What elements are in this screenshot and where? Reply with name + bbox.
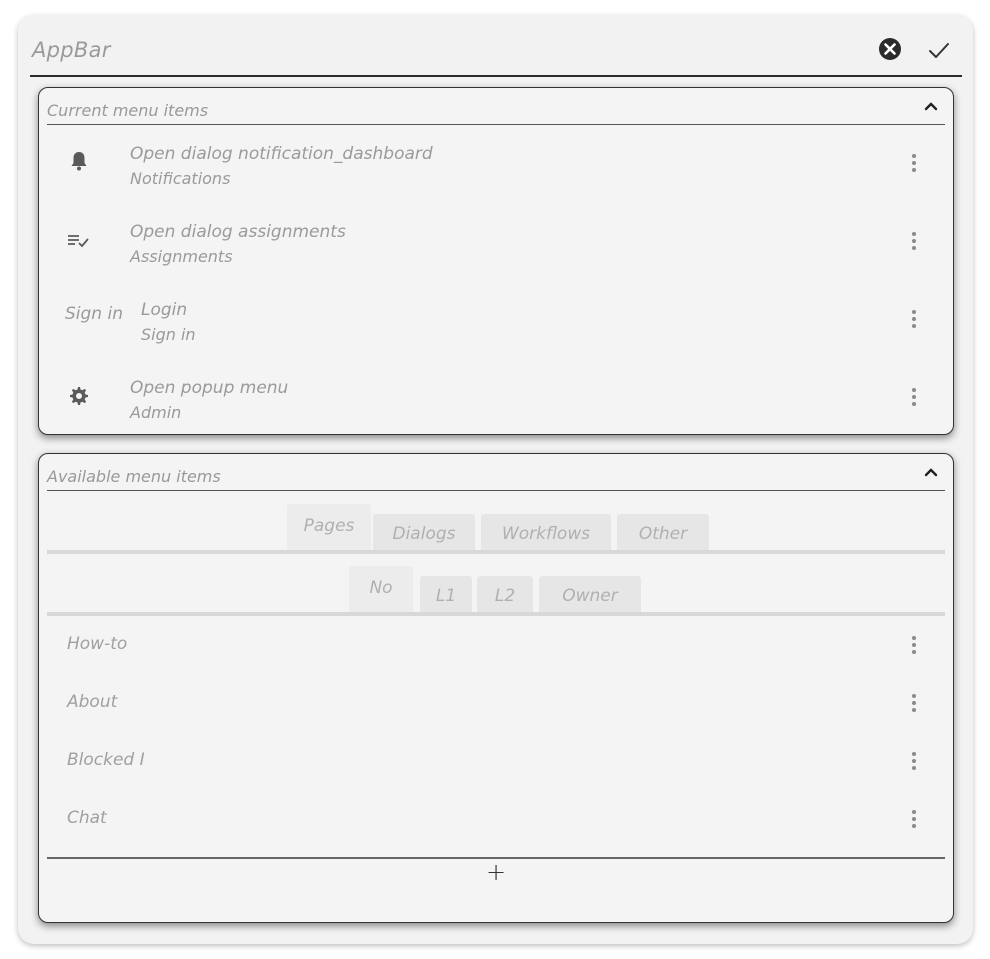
current-menu-item[interactable]: Sign in Login Sign in	[39, 294, 953, 364]
item-subtitle: Admin	[130, 403, 182, 422]
available-item[interactable]: About	[39, 676, 953, 734]
playlist-check-icon	[68, 235, 89, 248]
appbar-underline	[30, 75, 962, 77]
item-lead-text: Sign in	[65, 304, 123, 324]
available-item[interactable]: Chat	[39, 792, 953, 850]
tab-other[interactable]: Other	[617, 514, 709, 550]
current-menu-item[interactable]: Open dialog notification_dashboard Notif…	[39, 138, 953, 208]
available-menu-title: Available menu items	[47, 467, 221, 486]
more-vert-icon[interactable]	[911, 752, 917, 774]
available-menu-panel: Available menu items Pages Dialogs Workf…	[38, 453, 954, 923]
tab-divider	[47, 550, 945, 554]
item-label: How-to	[67, 634, 128, 654]
current-menu-item[interactable]: Open popup menu Admin	[39, 372, 953, 442]
more-vert-icon[interactable]	[911, 388, 917, 410]
close-circle-icon[interactable]	[878, 37, 902, 61]
subcategory-tabs: No L1 L2 Owner	[47, 566, 945, 616]
current-menu-title: Current menu items	[47, 101, 209, 120]
more-vert-icon[interactable]	[911, 154, 917, 176]
add-item-button[interactable]: +	[484, 860, 508, 884]
tab-workflows[interactable]: Workflows	[481, 514, 611, 550]
tab-l1[interactable]: L1	[420, 576, 472, 612]
more-vert-icon[interactable]	[911, 810, 917, 832]
appbar-title: AppBar	[32, 38, 111, 62]
item-subtitle: Sign in	[141, 325, 196, 344]
chevron-up-icon[interactable]	[923, 98, 939, 114]
more-vert-icon[interactable]	[911, 232, 917, 254]
chevron-up-icon[interactable]	[923, 464, 939, 480]
check-icon[interactable]	[926, 38, 952, 62]
item-title: Open dialog notification_dashboard	[130, 144, 433, 164]
more-vert-icon[interactable]	[911, 636, 917, 658]
gear-icon	[70, 387, 88, 405]
tab-owner[interactable]: Owner	[539, 576, 641, 612]
available-item[interactable]: Blocked I	[39, 734, 953, 792]
current-menu-header[interactable]: Current menu items	[47, 88, 945, 125]
tab-l2[interactable]: L2	[477, 576, 533, 612]
item-label: Chat	[67, 808, 107, 828]
tab-pages[interactable]: Pages	[287, 504, 371, 550]
category-tabs: Pages Dialogs Workflows Other	[47, 504, 945, 554]
appbar: AppBar	[30, 28, 962, 76]
item-title: Login	[141, 300, 188, 320]
item-title: Open dialog assignments	[130, 222, 346, 242]
available-item[interactable]: How-to	[39, 618, 953, 676]
item-subtitle: Notifications	[130, 169, 231, 188]
available-menu-header[interactable]: Available menu items	[47, 454, 945, 491]
tab-divider	[47, 612, 945, 616]
item-subtitle: Assignments	[130, 247, 233, 266]
item-title: Open popup menu	[130, 378, 289, 398]
tab-no[interactable]: No	[349, 566, 413, 612]
more-vert-icon[interactable]	[911, 310, 917, 332]
current-menu-item[interactable]: Open dialog assignments Assignments	[39, 216, 953, 286]
tab-dialogs[interactable]: Dialogs	[373, 514, 475, 550]
bell-icon	[71, 152, 87, 171]
current-menu-panel: Current menu items Open dialog notificat…	[38, 87, 954, 435]
more-vert-icon[interactable]	[911, 694, 917, 716]
item-label: Blocked I	[67, 750, 145, 770]
item-label: About	[67, 692, 118, 712]
